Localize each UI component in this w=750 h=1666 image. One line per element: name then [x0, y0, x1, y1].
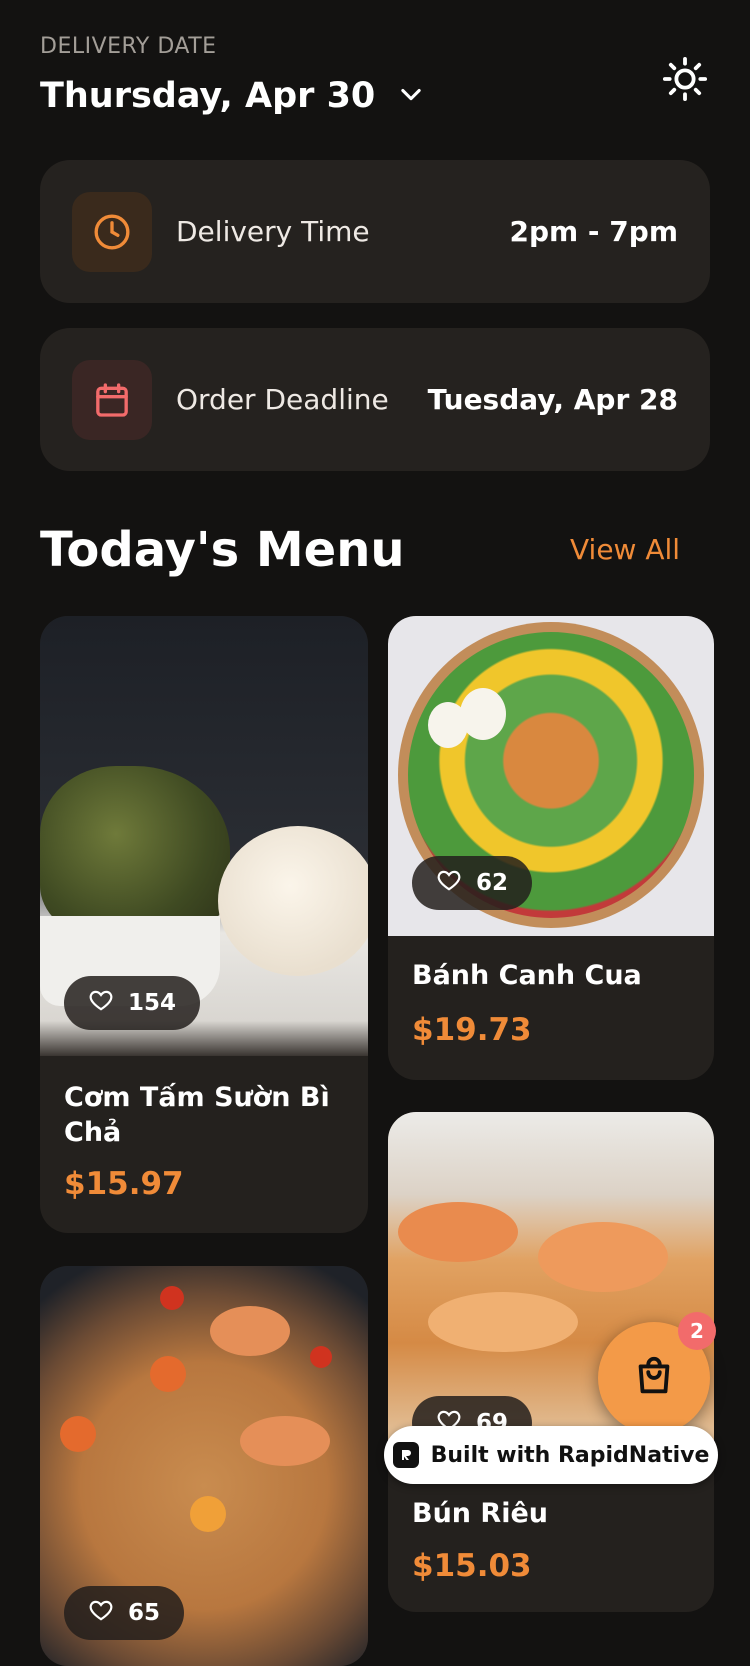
cart-count-badge: 2: [678, 1312, 716, 1350]
likes-button[interactable]: 65: [64, 1586, 185, 1640]
likes-button[interactable]: 62: [412, 856, 533, 910]
sun-icon: [662, 56, 708, 106]
chevron-down-icon: [397, 80, 425, 112]
built-with-badge[interactable]: Built with RapidNative: [384, 1426, 718, 1484]
food-image: 62: [388, 616, 714, 936]
built-with-text: Built with RapidNative: [430, 1442, 710, 1468]
likes-button[interactable]: 154: [64, 976, 201, 1030]
rapidnative-logo-icon: [392, 1442, 419, 1468]
menu-card[interactable]: 154 Cơm Tấm Sườn Bì Chả $15.97: [40, 616, 368, 1233]
menu-item-price: $15.97: [64, 1166, 184, 1202]
food-image: 65: [40, 1266, 368, 1666]
likes-count: 62: [476, 870, 509, 896]
menu-item-name: Cơm Tấm Sườn Bì Chả: [64, 1082, 330, 1148]
clock-icon: [72, 191, 152, 272]
delivery-date-selector[interactable]: Thursday, Apr 30: [40, 76, 425, 116]
likes-count: 65: [128, 1600, 161, 1626]
heart-icon: [88, 987, 114, 1019]
menu-card[interactable]: 65: [40, 1266, 368, 1666]
delivery-date: Thursday, Apr 30: [40, 76, 376, 116]
menu-item-name: Bánh Canh Cua: [412, 960, 642, 991]
section-title: Today's Menu: [40, 522, 405, 578]
delivery-time-card: Delivery Time 2pm - 7pm: [40, 160, 710, 303]
view-all-link[interactable]: View All: [570, 533, 680, 566]
menu-item-price: $19.73: [412, 1012, 532, 1048]
menu-card[interactable]: 62 Bánh Canh Cua $19.73: [388, 616, 714, 1080]
delivery-date-label: DELIVERY DATE: [40, 34, 217, 59]
menu-item-price: $15.03: [412, 1548, 532, 1584]
delivery-time-value: 2pm - 7pm: [509, 215, 678, 248]
order-deadline-label: Order Deadline: [176, 383, 389, 416]
food-image: 154: [40, 616, 368, 1056]
menu-item-name: Bún Riêu: [412, 1498, 549, 1529]
heart-icon: [436, 867, 462, 899]
order-deadline-value: Tuesday, Apr 28: [427, 383, 678, 416]
likes-count: 154: [128, 990, 177, 1016]
calendar-icon: [72, 359, 152, 440]
heart-icon: [88, 1597, 114, 1629]
theme-toggle-button[interactable]: [662, 56, 708, 106]
delivery-time-label: Delivery Time: [176, 215, 370, 248]
order-deadline-card: Order Deadline Tuesday, Apr 28: [40, 328, 710, 471]
shopping-bag-icon: [631, 1353, 677, 1403]
